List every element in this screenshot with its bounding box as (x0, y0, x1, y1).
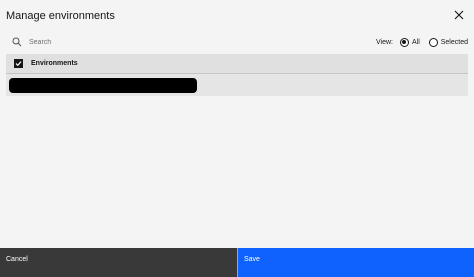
view-filter: View: All Selected (376, 34, 468, 50)
table-header: Environments (6, 54, 468, 74)
search-box (8, 34, 328, 50)
search-input[interactable] (29, 35, 309, 49)
view-selected-radio[interactable]: Selected (428, 37, 468, 47)
environments-table: Environments (6, 54, 468, 96)
toolbar: View: All Selected (0, 34, 474, 50)
redacted-environment-name (9, 77, 197, 93)
save-button[interactable]: Save (237, 248, 474, 277)
close-button[interactable] (454, 10, 464, 20)
radio-unselected-icon (428, 37, 438, 47)
search-icon (12, 37, 22, 47)
checkmark-icon (15, 61, 22, 67)
view-all-radio[interactable]: All (399, 37, 420, 47)
column-header-environments: Environments (31, 60, 78, 67)
close-icon (454, 10, 464, 20)
radio-selected-icon (399, 37, 409, 47)
view-label: View: (375, 38, 393, 46)
modal-title: Manage environments (6, 10, 115, 22)
view-all-label: All (411, 38, 420, 46)
select-all-checkbox[interactable] (14, 59, 23, 68)
modal-header: Manage environments (6, 8, 464, 26)
table-row[interactable] (6, 74, 468, 96)
cancel-button[interactable]: Cancel (0, 248, 237, 277)
manage-environments-modal: Manage environments View: All Selected (0, 0, 474, 277)
view-selected-label: Selected (440, 38, 468, 46)
modal-footer: Cancel Save (0, 248, 474, 277)
